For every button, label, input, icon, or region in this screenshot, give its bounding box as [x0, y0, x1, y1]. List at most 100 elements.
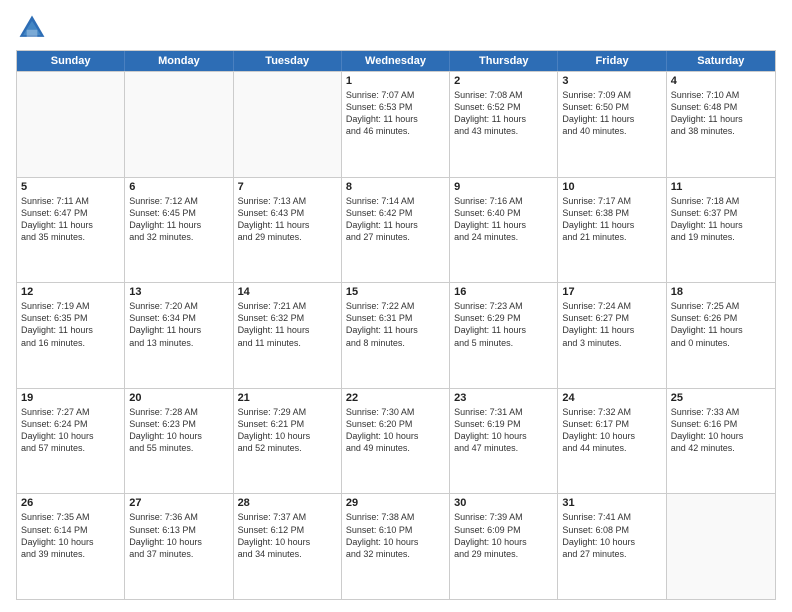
logo	[16, 12, 52, 44]
cal-cell: 1 Sunrise: 7:07 AM Sunset: 6:53 PM Daylig…	[342, 72, 450, 177]
cal-cell: 23 Sunrise: 7:31 AM Sunset: 6:19 PM Dayli…	[450, 389, 558, 494]
day-number: 14	[238, 286, 337, 298]
cal-header-sunday: Sunday	[17, 51, 125, 71]
cal-header-tuesday: Tuesday	[234, 51, 342, 71]
cal-cell: 28 Sunrise: 7:37 AM Sunset: 6:12 PM Dayli…	[234, 494, 342, 599]
cell-text: Sunrise: 7:29 AM Sunset: 6:21 PM Dayligh…	[238, 406, 337, 455]
cell-text: Sunrise: 7:21 AM Sunset: 6:32 PM Dayligh…	[238, 300, 337, 349]
header	[16, 12, 776, 44]
logo-icon	[16, 12, 48, 44]
page: SundayMondayTuesdayWednesdayThursdayFrid…	[0, 0, 792, 612]
day-number: 2	[454, 75, 553, 87]
day-number: 1	[346, 75, 445, 87]
day-number: 12	[21, 286, 120, 298]
cal-cell: 21Sunrise: 7:29 AM Sunset: 6:21 PM Dayli…	[234, 389, 342, 494]
cal-cell	[234, 72, 342, 177]
cal-cell: 9Sunrise: 7:16 AM Sunset: 6:40 PM Daylig…	[450, 178, 558, 283]
day-number: 24	[562, 392, 661, 404]
cal-cell: 5 Sunrise: 7:11 AM Sunset: 6:47 PM Daylig…	[17, 178, 125, 283]
cell-text: Sunrise: 7:18 AM Sunset: 6:37 PM Dayligh…	[671, 195, 771, 244]
cal-cell: 14 Sunrise: 7:21 AM Sunset: 6:32 PM Dayli…	[234, 283, 342, 388]
day-number: 5	[21, 181, 120, 193]
cal-week-3: 12Sunrise: 7:19 AM Sunset: 6:35 PM Dayli…	[17, 282, 775, 388]
cell-text: Sunrise: 7:37 AM Sunset: 6:12 PM Dayligh…	[238, 511, 337, 560]
cal-cell: 10Sunrise: 7:17 AM Sunset: 6:38 PM Dayli…	[558, 178, 666, 283]
cal-cell: 3 Sunrise: 7:09 AM Sunset: 6:50 PM Daylig…	[558, 72, 666, 177]
day-number: 8	[346, 181, 445, 193]
day-number: 29	[346, 497, 445, 509]
day-number: 13	[129, 286, 228, 298]
day-number: 9	[454, 181, 553, 193]
cell-text: Sunrise: 7:41 AM Sunset: 6:08 PM Dayligh…	[562, 511, 661, 560]
cal-week-1: 1 Sunrise: 7:07 AM Sunset: 6:53 PM Daylig…	[17, 71, 775, 177]
cell-text: Sunrise: 7:22 AM Sunset: 6:31 PM Dayligh…	[346, 300, 445, 349]
cal-cell: 13 Sunrise: 7:20 AM Sunset: 6:34 PM Dayli…	[125, 283, 233, 388]
calendar-body: 1 Sunrise: 7:07 AM Sunset: 6:53 PM Daylig…	[17, 71, 775, 599]
cell-text: Sunrise: 7:39 AM Sunset: 6:09 PM Dayligh…	[454, 511, 553, 560]
cal-header-friday: Friday	[558, 51, 666, 71]
cal-cell: 12Sunrise: 7:19 AM Sunset: 6:35 PM Dayli…	[17, 283, 125, 388]
cal-header-saturday: Saturday	[667, 51, 775, 71]
cal-cell: 31 Sunrise: 7:41 AM Sunset: 6:08 PM Dayli…	[558, 494, 666, 599]
cal-cell: 20 Sunrise: 7:28 AM Sunset: 6:23 PM Dayli…	[125, 389, 233, 494]
day-number: 19	[21, 392, 120, 404]
day-number: 27	[129, 497, 228, 509]
day-number: 30	[454, 497, 553, 509]
cal-cell: 25 Sunrise: 7:33 AM Sunset: 6:16 PM Dayli…	[667, 389, 775, 494]
cal-cell: 7 Sunrise: 7:13 AM Sunset: 6:43 PM Daylig…	[234, 178, 342, 283]
cal-cell: 2 Sunrise: 7:08 AM Sunset: 6:52 PM Daylig…	[450, 72, 558, 177]
cell-text: Sunrise: 7:28 AM Sunset: 6:23 PM Dayligh…	[129, 406, 228, 455]
cell-text: Sunrise: 7:36 AM Sunset: 6:13 PM Dayligh…	[129, 511, 228, 560]
day-number: 16	[454, 286, 553, 298]
day-number: 11	[671, 181, 771, 193]
day-number: 7	[238, 181, 337, 193]
cal-cell: 6Sunrise: 7:12 AM Sunset: 6:45 PM Daylig…	[125, 178, 233, 283]
cell-text: Sunrise: 7:13 AM Sunset: 6:43 PM Dayligh…	[238, 195, 337, 244]
cal-cell: 16 Sunrise: 7:23 AM Sunset: 6:29 PM Dayli…	[450, 283, 558, 388]
cal-cell: 26Sunrise: 7:35 AM Sunset: 6:14 PM Dayli…	[17, 494, 125, 599]
cell-text: Sunrise: 7:33 AM Sunset: 6:16 PM Dayligh…	[671, 406, 771, 455]
cal-cell: 29Sunrise: 7:38 AM Sunset: 6:10 PM Dayli…	[342, 494, 450, 599]
day-number: 23	[454, 392, 553, 404]
day-number: 15	[346, 286, 445, 298]
cell-text: Sunrise: 7:10 AM Sunset: 6:48 PM Dayligh…	[671, 89, 771, 138]
day-number: 22	[346, 392, 445, 404]
cell-text: Sunrise: 7:31 AM Sunset: 6:19 PM Dayligh…	[454, 406, 553, 455]
cal-cell	[17, 72, 125, 177]
cell-text: Sunrise: 7:27 AM Sunset: 6:24 PM Dayligh…	[21, 406, 120, 455]
cal-week-5: 26Sunrise: 7:35 AM Sunset: 6:14 PM Dayli…	[17, 493, 775, 599]
cal-cell: 30 Sunrise: 7:39 AM Sunset: 6:09 PM Dayli…	[450, 494, 558, 599]
cell-text: Sunrise: 7:17 AM Sunset: 6:38 PM Dayligh…	[562, 195, 661, 244]
day-number: 28	[238, 497, 337, 509]
cell-text: Sunrise: 7:23 AM Sunset: 6:29 PM Dayligh…	[454, 300, 553, 349]
cal-cell: 11 Sunrise: 7:18 AM Sunset: 6:37 PM Dayli…	[667, 178, 775, 283]
cal-cell: 4Sunrise: 7:10 AM Sunset: 6:48 PM Daylig…	[667, 72, 775, 177]
day-number: 25	[671, 392, 771, 404]
cal-cell: 24Sunrise: 7:32 AM Sunset: 6:17 PM Dayli…	[558, 389, 666, 494]
cal-cell: 17 Sunrise: 7:24 AM Sunset: 6:27 PM Dayli…	[558, 283, 666, 388]
cell-text: Sunrise: 7:14 AM Sunset: 6:42 PM Dayligh…	[346, 195, 445, 244]
calendar: SundayMondayTuesdayWednesdayThursdayFrid…	[16, 50, 776, 600]
day-number: 3	[562, 75, 661, 87]
day-number: 31	[562, 497, 661, 509]
cell-text: Sunrise: 7:07 AM Sunset: 6:53 PM Dayligh…	[346, 89, 445, 138]
cell-text: Sunrise: 7:11 AM Sunset: 6:47 PM Dayligh…	[21, 195, 120, 244]
cell-text: Sunrise: 7:35 AM Sunset: 6:14 PM Dayligh…	[21, 511, 120, 560]
cell-text: Sunrise: 7:20 AM Sunset: 6:34 PM Dayligh…	[129, 300, 228, 349]
cal-cell: 22Sunrise: 7:30 AM Sunset: 6:20 PM Dayli…	[342, 389, 450, 494]
cell-text: Sunrise: 7:08 AM Sunset: 6:52 PM Dayligh…	[454, 89, 553, 138]
cal-cell: 19 Sunrise: 7:27 AM Sunset: 6:24 PM Dayli…	[17, 389, 125, 494]
day-number: 17	[562, 286, 661, 298]
cell-text: Sunrise: 7:09 AM Sunset: 6:50 PM Dayligh…	[562, 89, 661, 138]
cell-text: Sunrise: 7:25 AM Sunset: 6:26 PM Dayligh…	[671, 300, 771, 349]
cell-text: Sunrise: 7:12 AM Sunset: 6:45 PM Dayligh…	[129, 195, 228, 244]
calendar-header-row: SundayMondayTuesdayWednesdayThursdayFrid…	[17, 51, 775, 71]
cal-cell: 8 Sunrise: 7:14 AM Sunset: 6:42 PM Daylig…	[342, 178, 450, 283]
cal-cell: 27 Sunrise: 7:36 AM Sunset: 6:13 PM Dayli…	[125, 494, 233, 599]
cell-text: Sunrise: 7:24 AM Sunset: 6:27 PM Dayligh…	[562, 300, 661, 349]
cal-cell	[667, 494, 775, 599]
day-number: 18	[671, 286, 771, 298]
cal-cell: 18 Sunrise: 7:25 AM Sunset: 6:26 PM Dayli…	[667, 283, 775, 388]
day-number: 20	[129, 392, 228, 404]
cal-week-2: 5 Sunrise: 7:11 AM Sunset: 6:47 PM Daylig…	[17, 177, 775, 283]
